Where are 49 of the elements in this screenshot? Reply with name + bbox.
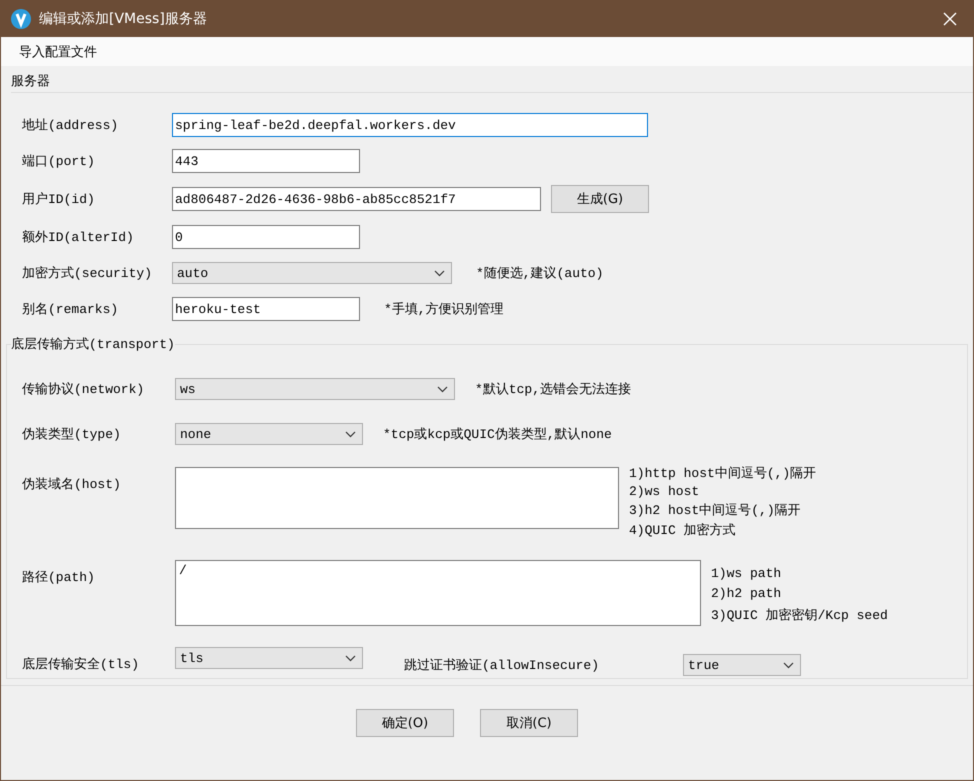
group-title: 服务器 <box>11 74 50 89</box>
chevron-down-icon <box>345 430 356 438</box>
dialog-button[interactable]: 取消(C) <box>480 709 578 737</box>
hint-text: 3)h2 host中间逗号(,)隔开 <box>629 502 802 519</box>
field-label: 跳过证书验证(allowInsecure) <box>404 657 600 674</box>
text-field[interactable]: heroku-test <box>172 297 360 321</box>
group-title: 底层传输方式(transport) <box>11 336 175 353</box>
field-label: 别名(remarks) <box>22 301 120 318</box>
chevron-down-icon <box>783 662 794 668</box>
text-field[interactable]: 0 <box>172 225 360 249</box>
hint-text: *随便选,建议(auto) <box>476 265 604 282</box>
hint-text: *默认tcp,选错会无法连接 <box>475 381 632 398</box>
text-field[interactable]: spring-leaf-be2d.deepfal.workers.dev <box>172 113 648 137</box>
hint-text: 2)ws host <box>629 484 700 499</box>
field-label: 伪装域名(host) <box>22 476 122 493</box>
field-label: 加密方式(security) <box>22 265 154 282</box>
chevron-down-icon <box>434 270 445 276</box>
generate-button[interactable]: 生成(G) <box>551 185 649 213</box>
text-field[interactable]: 443 <box>172 149 360 173</box>
field-label: 额外ID(alterId) <box>22 229 135 246</box>
chevron-down-icon <box>437 386 448 392</box>
chevron-down-icon <box>345 654 356 662</box>
dropdown[interactable]: auto <box>172 262 452 284</box>
dropdown[interactable]: true <box>683 654 801 676</box>
hint-text: 2)h2 path <box>711 586 782 601</box>
hint-text: 1)http host中间逗号(,)隔开 <box>629 465 816 482</box>
app-logo-icon <box>11 8 31 28</box>
close-icon[interactable] <box>943 12 957 26</box>
menu-item[interactable]: 导入配置文件 <box>11 40 105 62</box>
hint-text: 4)QUIC 加密方式 <box>629 522 737 539</box>
text-area[interactable] <box>175 467 619 529</box>
dropdown[interactable]: ws <box>175 378 455 400</box>
text-area[interactable]: / <box>175 560 701 626</box>
hint-text: *tcp或kcp或QUIC伪装类型,默认none <box>383 426 612 443</box>
field-label: 传输协议(network) <box>22 381 146 398</box>
field-label: 伪装类型(type) <box>22 426 122 443</box>
field-label: 端口(port) <box>22 153 96 170</box>
dialog-button[interactable]: 确定(O) <box>356 709 454 737</box>
text-field[interactable]: ad806487-2d26-4636-98b6-ab85cc8521f7 <box>172 187 541 211</box>
hint-text: *手填,方便识别管理 <box>384 301 504 318</box>
dropdown[interactable]: tls <box>175 647 363 669</box>
hint-text: 1)ws path <box>711 566 782 581</box>
dropdown[interactable]: none <box>175 423 363 445</box>
hint-text: 3)QUIC 加密密钥/Kcp seed <box>711 607 888 624</box>
field-label: 地址(address) <box>22 117 120 134</box>
field-label: 用户ID(id) <box>22 191 96 208</box>
field-label: 底层传输安全(tls) <box>22 656 140 673</box>
window-title: 编辑或添加[VMess]服务器 <box>39 10 208 28</box>
field-label: 路径(path) <box>22 569 96 586</box>
